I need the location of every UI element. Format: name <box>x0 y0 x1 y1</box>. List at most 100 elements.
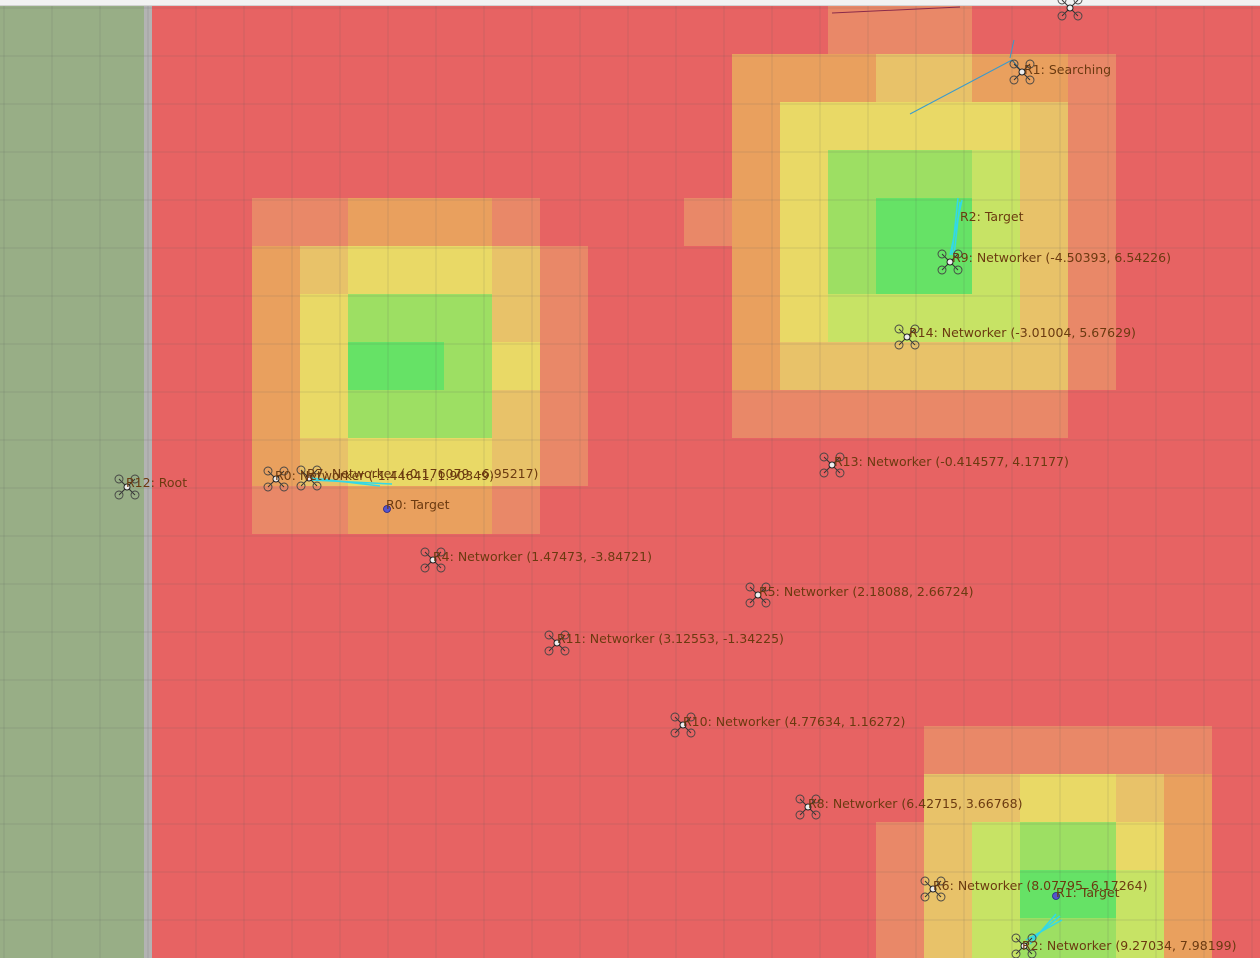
heat-cell <box>876 822 924 870</box>
heat-cell <box>876 6 924 54</box>
heat-cell <box>444 438 492 486</box>
heat-cell <box>1068 342 1116 390</box>
heat-cell <box>396 390 444 438</box>
heat-cell <box>1020 246 1068 294</box>
heat-cell <box>1164 726 1212 774</box>
heat-cell <box>1116 870 1164 918</box>
heat-cell <box>396 246 444 294</box>
heat-cell <box>828 246 876 294</box>
heat-cell <box>1068 822 1116 870</box>
heat-cell <box>828 6 876 54</box>
heat-cell <box>1068 918 1116 958</box>
heat-cell <box>924 726 972 774</box>
heat-cell <box>780 54 828 102</box>
heat-cell <box>732 198 780 246</box>
heat-cell <box>876 54 924 102</box>
heat-cell <box>1020 150 1068 198</box>
heat-cell <box>540 246 588 294</box>
heat-cell <box>300 198 348 246</box>
heat-cell <box>252 246 300 294</box>
heat-cell <box>1164 870 1212 918</box>
simulation-viewport[interactable]: R1: Searching R2: Target R9: Networker (… <box>0 0 1260 958</box>
heat-cell <box>876 246 924 294</box>
heat-cell <box>972 870 1020 918</box>
heat-cell <box>1068 102 1116 150</box>
heat-cell <box>540 342 588 390</box>
heat-cell <box>1068 294 1116 342</box>
heat-cell <box>972 294 1020 342</box>
heat-cell <box>540 294 588 342</box>
heat-cell <box>1164 918 1212 958</box>
heat-cell <box>1116 822 1164 870</box>
heat-cell <box>1020 198 1068 246</box>
heat-cell <box>492 246 540 294</box>
heat-cell <box>1020 918 1068 958</box>
heat-cell <box>828 294 876 342</box>
heat-cell <box>732 150 780 198</box>
heat-cell <box>732 54 780 102</box>
heat-cell <box>540 390 588 438</box>
heat-cell <box>1020 294 1068 342</box>
heat-cell <box>828 150 876 198</box>
heat-cell <box>684 198 732 246</box>
heat-cell <box>1020 102 1068 150</box>
heat-cell <box>780 198 828 246</box>
heat-cell <box>828 198 876 246</box>
heat-cell <box>876 294 924 342</box>
heat-cell <box>1068 726 1116 774</box>
heat-cell <box>492 342 540 390</box>
target-marker-r1[interactable] <box>1052 892 1060 900</box>
heat-cell <box>396 438 444 486</box>
heat-cell <box>732 246 780 294</box>
target-marker-r0[interactable] <box>383 505 391 513</box>
heat-cell <box>972 102 1020 150</box>
heat-cell <box>1020 390 1068 438</box>
heat-cell <box>1068 54 1116 102</box>
heat-cell <box>924 150 972 198</box>
heat-cell <box>396 198 444 246</box>
heat-cell <box>972 342 1020 390</box>
heat-cell <box>972 390 1020 438</box>
heat-cell <box>348 342 396 390</box>
heat-cell <box>492 486 540 534</box>
heat-cell <box>780 150 828 198</box>
heat-cell <box>780 246 828 294</box>
heat-cell <box>972 822 1020 870</box>
heat-cell <box>924 54 972 102</box>
heat-cell <box>444 294 492 342</box>
heat-cell <box>348 294 396 342</box>
heat-cell <box>1164 774 1212 822</box>
heat-cell <box>492 198 540 246</box>
heat-cell <box>348 246 396 294</box>
heat-cell <box>828 54 876 102</box>
heat-cell <box>732 342 780 390</box>
heat-cell <box>780 342 828 390</box>
panel-divider[interactable] <box>144 6 152 958</box>
heat-cell <box>492 438 540 486</box>
heat-cell <box>924 918 972 958</box>
heat-cell <box>876 390 924 438</box>
heat-cell <box>1020 822 1068 870</box>
heat-cell <box>972 150 1020 198</box>
heat-cell <box>972 726 1020 774</box>
heat-cell <box>540 438 588 486</box>
heat-cell <box>1116 774 1164 822</box>
heat-cell <box>444 342 492 390</box>
heat-cell <box>924 774 972 822</box>
heat-cell <box>1068 870 1116 918</box>
heat-cell <box>732 102 780 150</box>
heat-cell <box>732 390 780 438</box>
heat-cell <box>924 6 972 54</box>
heat-cell <box>876 102 924 150</box>
heat-cell <box>924 822 972 870</box>
heat-cell <box>972 246 1020 294</box>
heat-cell <box>300 294 348 342</box>
heat-cell <box>300 486 348 534</box>
heat-cell <box>924 198 972 246</box>
heat-cell <box>876 150 924 198</box>
heat-cell <box>252 342 300 390</box>
heat-cell <box>924 294 972 342</box>
heat-cell <box>876 198 924 246</box>
heat-cell <box>348 198 396 246</box>
heat-cell <box>876 870 924 918</box>
